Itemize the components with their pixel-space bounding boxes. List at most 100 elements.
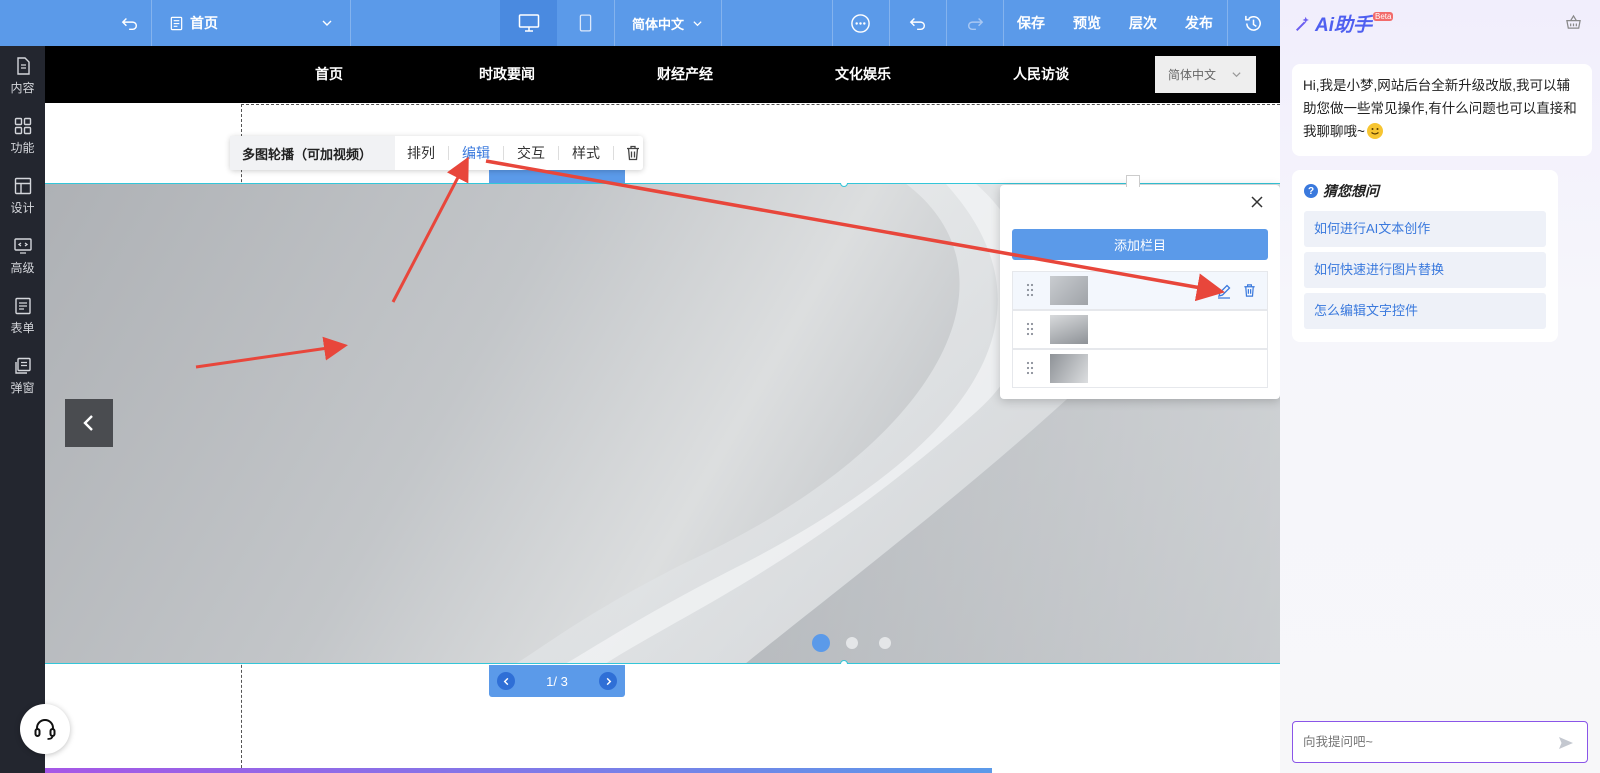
desktop-view-button[interactable] xyxy=(500,0,557,46)
sidebar-item-function[interactable]: 功能 xyxy=(0,106,45,166)
redo-button[interactable] xyxy=(946,0,1003,46)
code-monitor-icon xyxy=(13,236,33,259)
suggested-question[interactable]: 如何快速进行图片替换 xyxy=(1304,252,1546,288)
popup-icon xyxy=(13,356,33,379)
edit-pencil-icon[interactable] xyxy=(1216,283,1232,299)
sidebar-item-label: 高级 xyxy=(10,261,35,275)
layers-button[interactable]: 层次 xyxy=(1115,0,1171,46)
sidebar-item-design[interactable]: 设计 xyxy=(0,166,45,226)
chevron-left-icon xyxy=(503,677,508,685)
language-select[interactable]: 简体中文 xyxy=(614,0,721,46)
slide-list-item[interactable] xyxy=(1012,349,1268,388)
site-nav-finance[interactable]: 财经产经 xyxy=(657,46,713,103)
chevron-right-icon xyxy=(606,677,611,685)
layout-icon xyxy=(13,176,33,199)
interact-button[interactable]: 交互 xyxy=(517,143,545,163)
undo-back-icon[interactable] xyxy=(112,0,148,46)
form-icon xyxy=(13,296,33,319)
chevron-down-icon xyxy=(321,17,333,29)
save-button[interactable]: 保存 xyxy=(1003,0,1059,46)
sidebar-item-form[interactable]: 表单 xyxy=(0,286,45,346)
smile-emoji-icon xyxy=(1366,123,1383,139)
slide-list-item[interactable] xyxy=(1012,271,1268,310)
history-button[interactable] xyxy=(1227,0,1280,46)
sidebar-item-label: 设计 xyxy=(10,201,35,215)
left-sidebar: 内容 功能 设计 高级 表单 弹窗 xyxy=(0,46,45,773)
add-column-button[interactable]: 添加栏目 xyxy=(1012,229,1268,260)
grid-icon xyxy=(13,116,33,139)
language-value: 简体中文 xyxy=(631,16,684,32)
resize-handle-bottom[interactable] xyxy=(840,660,848,664)
question-icon: ? xyxy=(1304,184,1318,198)
history-icon xyxy=(1245,15,1261,31)
chevron-down-icon xyxy=(1231,69,1242,80)
suggested-questions-card: ? 猜您想问 如何进行AI文本创作 如何快速进行图片替换 怎么编辑文字控件 xyxy=(1292,170,1558,342)
document-icon xyxy=(13,56,33,79)
site-language-value: 简体中文 xyxy=(1168,68,1217,82)
carousel-dot-1[interactable] xyxy=(812,634,830,652)
suggested-question[interactable]: 如何进行AI文本创作 xyxy=(1304,211,1546,247)
preview-button[interactable]: 预览 xyxy=(1059,0,1115,46)
component-title: 多图轮播（可加视频） xyxy=(230,136,395,170)
sidebar-item-label: 内容 xyxy=(10,81,35,95)
sidebar-item-label: 功能 xyxy=(10,141,35,155)
edit-button[interactable]: 编辑 xyxy=(462,143,490,163)
pager-text: 1/ 3 xyxy=(546,673,568,689)
pager-prev-button[interactable] xyxy=(497,672,515,690)
more-options-button[interactable] xyxy=(832,0,889,46)
sidebar-item-advanced[interactable]: 高级 xyxy=(0,226,45,286)
site-nav-home[interactable]: 首页 xyxy=(315,46,343,103)
carousel-prev-button[interactable] xyxy=(65,399,113,447)
ai-question-input[interactable] xyxy=(1303,731,1543,753)
chevron-down-icon xyxy=(692,18,703,29)
slide-thumbnail xyxy=(1050,315,1088,344)
slide-thumbnail xyxy=(1050,276,1088,305)
sidebar-item-popup[interactable]: 弹窗 xyxy=(0,346,45,406)
sidebar-item-label: 表单 xyxy=(10,321,35,335)
redo-icon xyxy=(967,17,983,31)
undo-icon xyxy=(909,17,925,31)
delete-icon[interactable] xyxy=(624,144,642,162)
page-select-value: 首页 xyxy=(190,15,218,31)
publish-button[interactable]: 发布 xyxy=(1171,0,1227,46)
trash-icon[interactable] xyxy=(1242,283,1257,298)
close-icon[interactable] xyxy=(1250,195,1264,209)
drag-handle-icon[interactable] xyxy=(1026,283,1034,297)
suggested-question[interactable]: 怎么编辑文字控件 xyxy=(1304,293,1546,329)
style-button[interactable]: 样式 xyxy=(572,143,600,163)
panel-handle[interactable] xyxy=(1126,175,1140,187)
arrange-button[interactable]: 排列 xyxy=(407,143,435,163)
site-nav-politics[interactable]: 时政要闻 xyxy=(479,46,535,103)
progress-bar xyxy=(45,768,992,773)
drag-handle-icon[interactable] xyxy=(1026,322,1034,336)
site-nav-interview[interactable]: 人民访谈 xyxy=(1013,46,1069,103)
carousel-dot-2[interactable] xyxy=(846,637,858,649)
pager-next-button[interactable] xyxy=(599,672,617,690)
mobile-view-button[interactable] xyxy=(557,0,614,46)
drag-handle-icon[interactable] xyxy=(1026,361,1034,375)
basket-icon[interactable] xyxy=(1565,14,1582,31)
site-language-select[interactable]: 简体中文 xyxy=(1155,56,1256,93)
chevron-left-icon xyxy=(79,413,99,433)
slide-list-item[interactable] xyxy=(1012,310,1268,349)
customer-service-button[interactable] xyxy=(20,704,70,754)
component-toolbar: 多图轮播（可加视频） 排列 编辑 交互 样式 xyxy=(230,136,643,170)
send-icon[interactable] xyxy=(1557,734,1575,752)
mobile-icon xyxy=(579,14,592,32)
ai-title: Ai助手 Beta xyxy=(1294,10,1394,37)
carousel-dot-3[interactable] xyxy=(879,637,891,649)
sidebar-item-label: 弹窗 xyxy=(10,381,35,395)
slide-thumbnail xyxy=(1050,354,1088,383)
suggest-title: 猜您想问 xyxy=(1323,183,1379,199)
ai-input-box xyxy=(1292,721,1588,763)
sidebar-item-content[interactable]: 内容 xyxy=(0,46,45,106)
ai-assistant-panel: Ai助手 Beta Hi,我是小梦,网站后台全新升级改版,我可以辅助您做一些常见… xyxy=(1280,0,1600,773)
headset-icon xyxy=(32,716,58,742)
top-toolbar: 首页 简体中文 保存 预览 层次 发布 xyxy=(0,0,1280,46)
more-icon xyxy=(851,13,870,33)
ai-greeting-message: Hi,我是小梦,网站后台全新升级改版,我可以辅助您做一些常见操作,有什么问题也可… xyxy=(1292,64,1592,156)
site-nav-culture[interactable]: 文化娱乐 xyxy=(835,46,891,103)
page-select[interactable]: 首页 xyxy=(151,0,351,46)
undo-button[interactable] xyxy=(889,0,946,46)
carousel-pager: 1/ 3 xyxy=(489,665,625,697)
